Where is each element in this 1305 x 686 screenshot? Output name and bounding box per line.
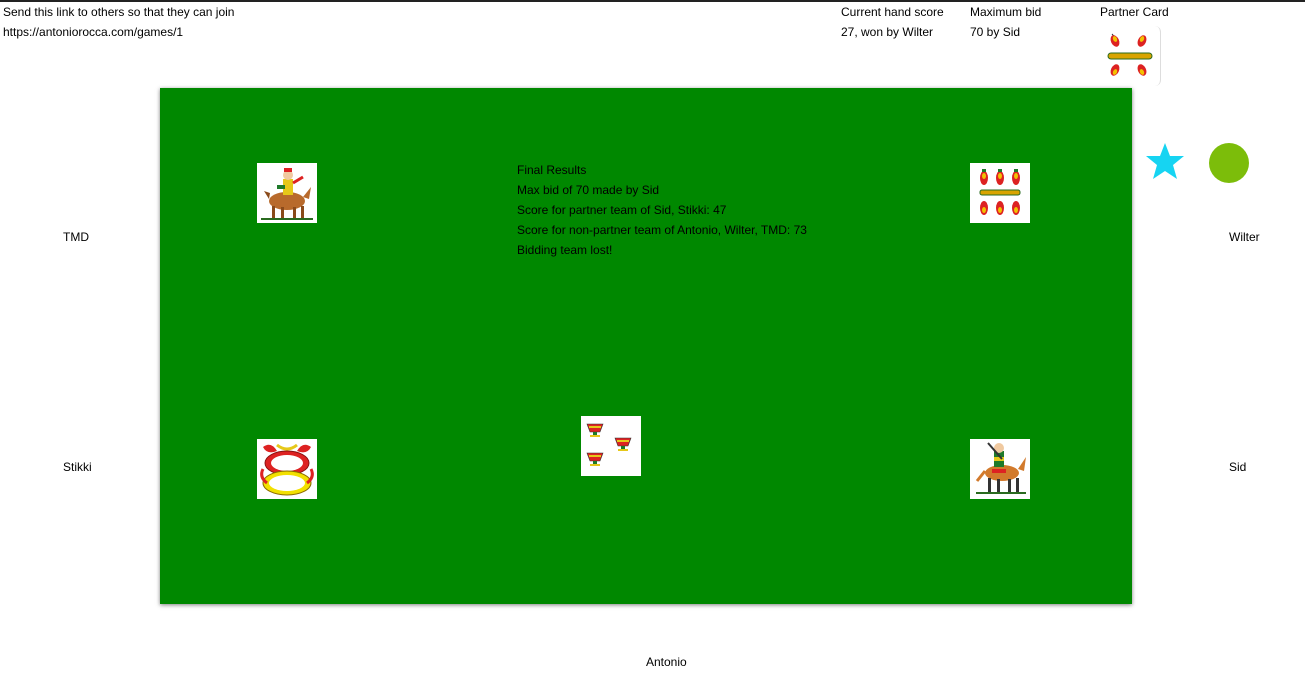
partner-card-label: Partner Card — [1100, 5, 1169, 19]
results-outcome: Bidding team lost! — [517, 243, 613, 257]
four-of-batons-card-icon — [1107, 33, 1153, 76]
hand-score-value: 27, won by Wilter — [841, 25, 934, 39]
sid-played-card — [970, 439, 1030, 499]
max-bid-label: Maximum bid — [970, 5, 1042, 19]
player-stikki: Stikki — [63, 460, 92, 474]
knight-card-icon — [975, 442, 1026, 494]
game-table: Final Results Max bid of 70 made by Sid … — [160, 88, 1132, 604]
player-sid: Sid — [1229, 460, 1247, 474]
share-label: Send this link to others so that they ca… — [3, 5, 235, 19]
six-of-batons-card-icon — [979, 169, 1021, 215]
three-of-cups-card-icon — [586, 423, 632, 466]
final-results: Final Results Max bid of 70 made by Sid … — [517, 160, 807, 260]
partner-card — [1100, 26, 1161, 86]
results-title: Final Results — [517, 163, 587, 177]
knight-card-icon — [261, 168, 313, 220]
stikki-played-card — [257, 439, 317, 499]
results-nonpartner-score: Score for non-partner team of Antonio, W… — [517, 223, 807, 237]
top-border — [0, 0, 1305, 2]
tmd-played-card — [257, 163, 317, 223]
max-bid-value: 70 by Sid — [970, 25, 1021, 39]
antonio-played-card — [581, 416, 641, 476]
player-wilter: Wilter — [1229, 230, 1260, 244]
ace-of-coins-card-icon — [260, 443, 314, 496]
star-icon — [1146, 143, 1184, 179]
share-link[interactable]: https://antoniorocca.com/games/1 — [3, 25, 183, 39]
results-partner-score: Score for partner team of Sid, Stikki: 4… — [517, 203, 727, 217]
wilter-played-card — [970, 163, 1030, 223]
player-tmd: TMD — [63, 230, 89, 244]
player-antonio: Antonio — [646, 655, 687, 669]
circle-indicator — [1209, 143, 1249, 183]
hand-score-label: Current hand score — [841, 5, 944, 19]
results-max-bid: Max bid of 70 made by Sid — [517, 183, 660, 197]
